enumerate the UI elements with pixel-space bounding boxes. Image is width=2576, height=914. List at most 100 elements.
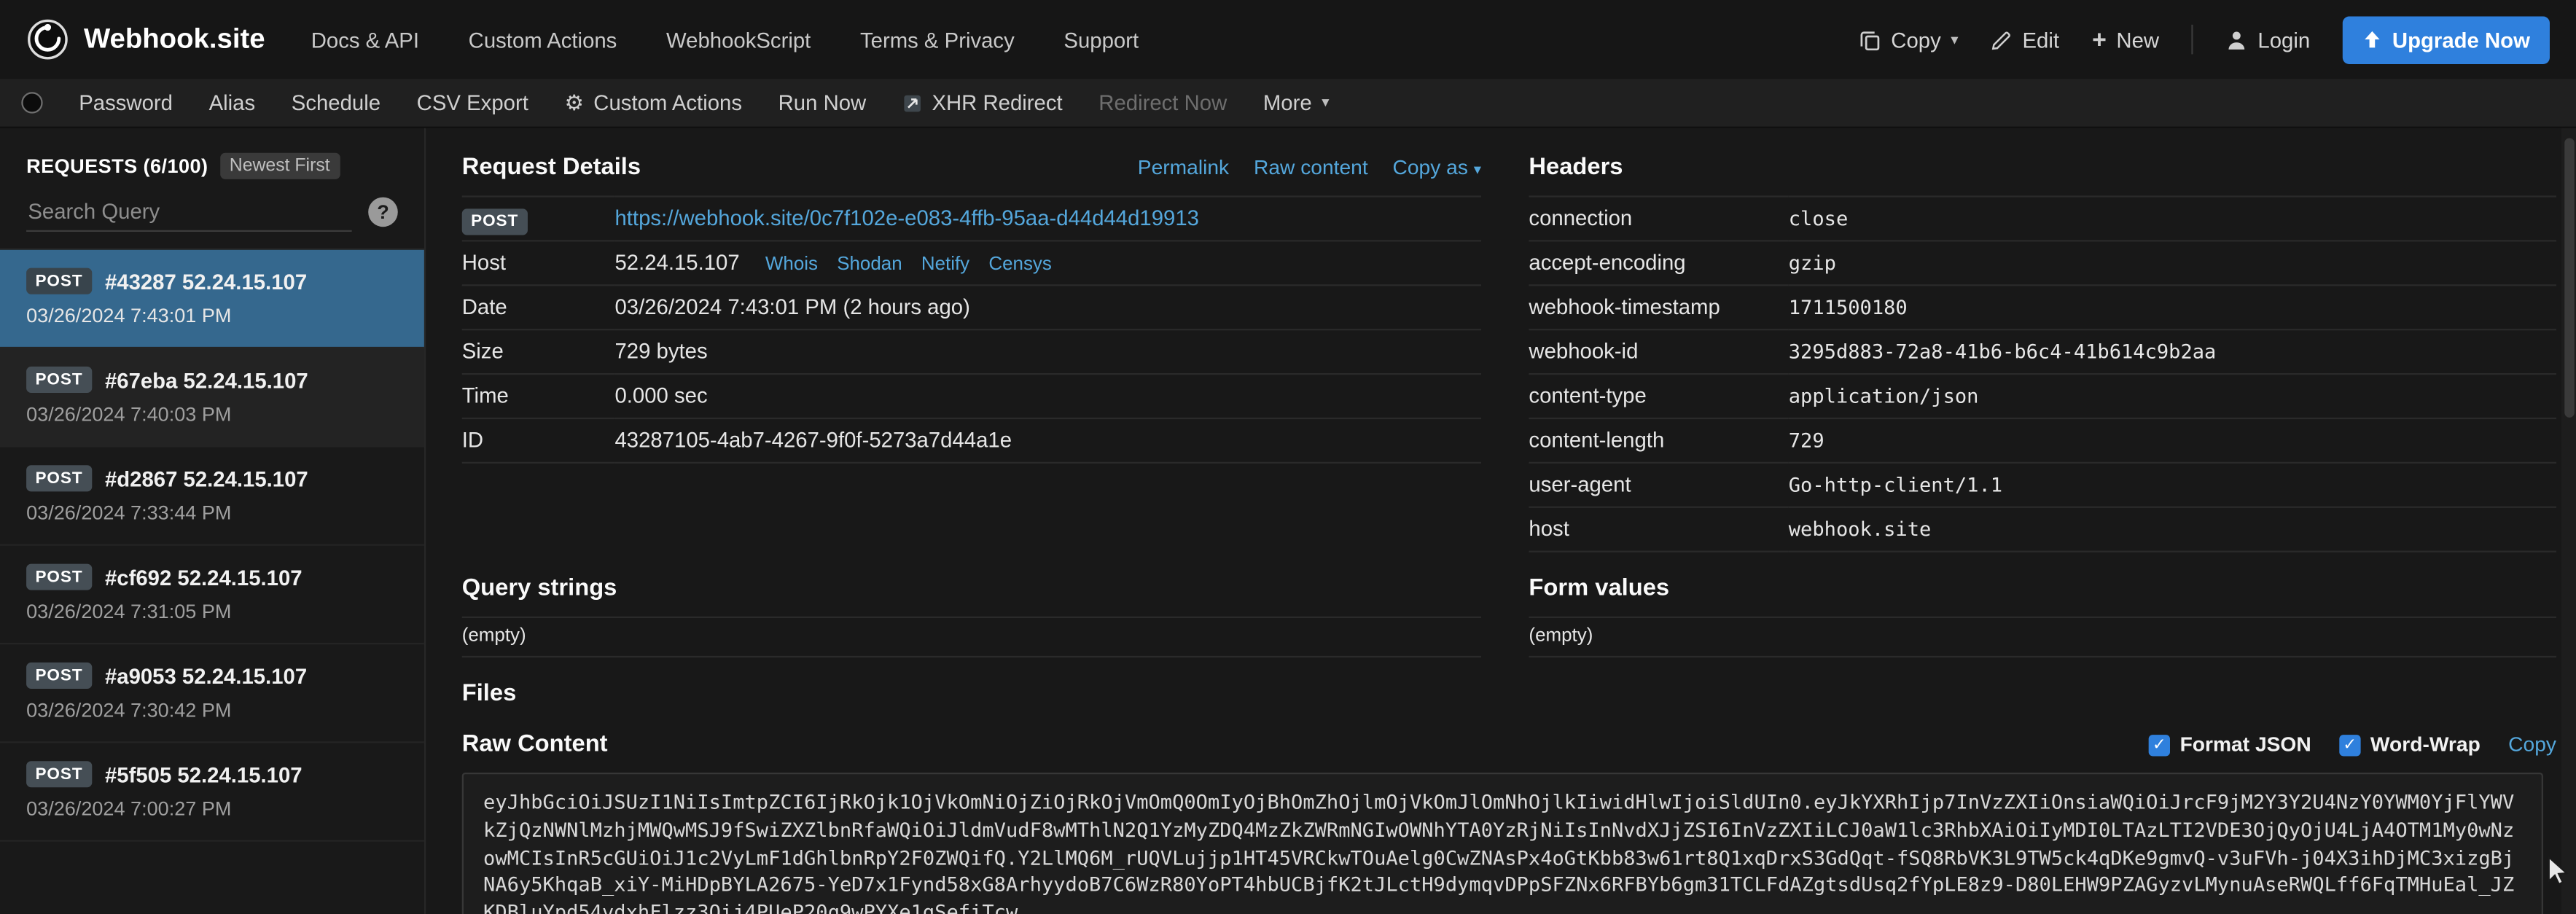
edit-label: Edit — [2022, 27, 2059, 52]
query-strings-title: Query strings — [462, 575, 617, 601]
search-input[interactable] — [26, 192, 352, 232]
request-list-item[interactable]: POST #67eba 52.24.15.107 03/26/2024 7:40… — [0, 348, 424, 447]
netify-link[interactable]: Netify — [921, 255, 969, 275]
toolbar-run-now[interactable]: Run Now — [778, 90, 867, 115]
copy-raw-content-link[interactable]: Copy — [2508, 733, 2556, 757]
time-value: 0.000 sec — [614, 374, 1481, 418]
request-id: #a9053 52.24.15.107 — [105, 663, 307, 688]
request-id: #cf692 52.24.15.107 — [105, 565, 303, 590]
brand-title[interactable]: Webhook.site — [84, 23, 265, 56]
chevron-down-icon: ▾ — [1322, 94, 1329, 112]
host-value: 52.24.15.107 — [614, 250, 739, 275]
size-value: 729 bytes — [614, 329, 1481, 374]
format-json-label: Format JSON — [2180, 733, 2311, 757]
request-list-item[interactable]: POST #43287 52.24.15.107 03/26/2024 7:43… — [0, 250, 424, 348]
vertical-scrollbar[interactable] — [2561, 128, 2576, 914]
edit-button[interactable]: Edit — [1991, 27, 2059, 52]
request-timestamp: 03/26/2024 7:30:42 PM — [26, 699, 398, 722]
word-wrap-checkbox[interactable]: ✓ Word-Wrap — [2339, 733, 2481, 757]
request-timestamp: 03/26/2024 7:33:44 PM — [26, 501, 398, 525]
copy-menu-button[interactable]: Copy ▾ — [1859, 27, 1958, 52]
method-badge: POST — [26, 465, 92, 491]
upgrade-now-button[interactable]: Upgrade Now — [2343, 15, 2550, 63]
request-list: POST #43287 52.24.15.107 03/26/2024 7:43… — [0, 249, 424, 842]
requests-count-title: REQUESTS (6/100) — [26, 155, 208, 178]
request-details-title: Request Details — [462, 155, 641, 181]
copy-as-dropdown[interactable]: Copy as ▾ — [1393, 156, 1482, 179]
nav-divider — [2192, 25, 2193, 55]
permalink-link[interactable]: Permalink — [1138, 156, 1229, 179]
toolbar-schedule[interactable]: Schedule — [292, 90, 380, 115]
request-timestamp: 03/26/2024 7:31:05 PM — [26, 600, 398, 623]
nav-link-webhookscript[interactable]: WebhookScript — [666, 27, 811, 52]
login-button[interactable]: Login — [2227, 27, 2311, 52]
nav-link-custom-actions[interactable]: Custom Actions — [469, 27, 617, 52]
shodan-link[interactable]: Shodan — [837, 255, 902, 275]
header-key: accept-encoding — [1529, 241, 1788, 285]
censys-link[interactable]: Censys — [988, 255, 1052, 275]
gear-icon: ⚙ — [564, 90, 583, 116]
request-list-item[interactable]: POST #d2867 52.24.15.107 03/26/2024 7:33… — [0, 447, 424, 545]
format-json-checkbox[interactable]: ✓ Format JSON — [2149, 733, 2311, 757]
header-value: close — [1789, 197, 2556, 241]
nav-links: Docs & API Custom Actions WebhookScript … — [311, 27, 1139, 52]
nav-link-support[interactable]: Support — [1063, 27, 1139, 52]
toolbar-password[interactable]: Password — [79, 90, 173, 115]
action-toolbar: Password Alias Schedule CSV Export ⚙ Cus… — [0, 79, 2576, 128]
headers-section: Headers connection close accept-encoding… — [1529, 155, 2556, 552]
raw-content-link[interactable]: Raw content — [1254, 156, 1368, 179]
webhook-url-link[interactable]: https://webhook.site/0c7f102e-e083-4ffb-… — [614, 206, 1198, 230]
help-icon[interactable]: ? — [368, 198, 398, 227]
form-values-section: Form values (empty) — [1529, 575, 2556, 657]
upgrade-label: Upgrade Now — [2392, 27, 2530, 52]
webhook-site-app: Webhook.site Docs & API Custom Actions W… — [0, 0, 2576, 914]
request-timestamp: 03/26/2024 7:00:27 PM — [26, 797, 398, 821]
toolbar-csv-export[interactable]: CSV Export — [417, 90, 528, 115]
plus-icon: + — [2092, 26, 2107, 53]
edit-pencil-icon — [1991, 28, 2013, 50]
header-key: host — [1529, 507, 1788, 552]
header-value: 729 — [1789, 418, 2556, 463]
toolbar-more[interactable]: More ▾ — [1263, 90, 1330, 115]
method-badge: POST — [26, 367, 92, 393]
raw-content-section: Raw Content ✓ Format JSON ✓ Word-Wrap Co… — [462, 732, 2556, 914]
toolbar-more-label: More — [1263, 90, 1312, 115]
toolbar-custom-actions[interactable]: ⚙ Custom Actions — [564, 90, 742, 116]
request-list-item[interactable]: POST #a9053 52.24.15.107 03/26/2024 7:30… — [0, 644, 424, 743]
whois-link[interactable]: Whois — [765, 255, 818, 275]
raw-content-body: eyJhbGciOiJSUzI1NiIsImtpZCI6IjRkOjk1OjVk… — [462, 773, 2543, 914]
query-strings-empty: (empty) — [462, 617, 1481, 657]
nav-link-docs-api[interactable]: Docs & API — [311, 27, 419, 52]
scrollbar-thumb[interactable] — [2564, 138, 2574, 417]
toolbar-xhr-redirect[interactable]: XHR Redirect — [902, 90, 1063, 115]
method-badge: POST — [26, 564, 92, 590]
method-badge: POST — [26, 268, 92, 294]
header-key: content-length — [1529, 418, 1788, 463]
header-key: user-agent — [1529, 463, 1788, 507]
method-badge: POST — [26, 761, 92, 787]
nav-link-terms-privacy[interactable]: Terms & Privacy — [860, 27, 1015, 52]
word-wrap-label: Word-Wrap — [2370, 733, 2481, 757]
webhook-site-logo-icon[interactable] — [26, 18, 69, 61]
raw-content-title: Raw Content — [462, 732, 608, 758]
user-icon — [2227, 28, 2248, 50]
header-value: 3295d883-72a8-41b6-b6c4-41b614c9b2aa — [1789, 329, 2556, 374]
new-button[interactable]: + New — [2092, 26, 2159, 53]
request-list-item[interactable]: POST #5f505 52.24.15.107 03/26/2024 7:00… — [0, 743, 424, 841]
method-badge: POST — [26, 663, 92, 689]
sort-order-badge[interactable]: Newest First — [219, 153, 340, 179]
theme-toggle-icon[interactable] — [21, 92, 42, 113]
header-key: content-type — [1529, 374, 1788, 418]
chevron-down-icon: ▾ — [1951, 31, 1958, 49]
request-timestamp: 03/26/2024 7:43:01 PM — [26, 304, 398, 327]
header-value: Go-http-client/1.1 — [1789, 463, 2556, 507]
header-value: gzip — [1789, 241, 2556, 285]
toolbar-alias[interactable]: Alias — [209, 90, 256, 115]
request-list-item[interactable]: POST #cf692 52.24.15.107 03/26/2024 7:31… — [0, 546, 424, 644]
form-values-empty: (empty) — [1529, 617, 2556, 657]
size-label: Size — [462, 329, 615, 374]
headers-title: Headers — [1529, 155, 1623, 181]
copy-icon — [1859, 28, 1881, 50]
host-label: Host — [462, 241, 615, 285]
method-badge: POST — [462, 208, 528, 234]
